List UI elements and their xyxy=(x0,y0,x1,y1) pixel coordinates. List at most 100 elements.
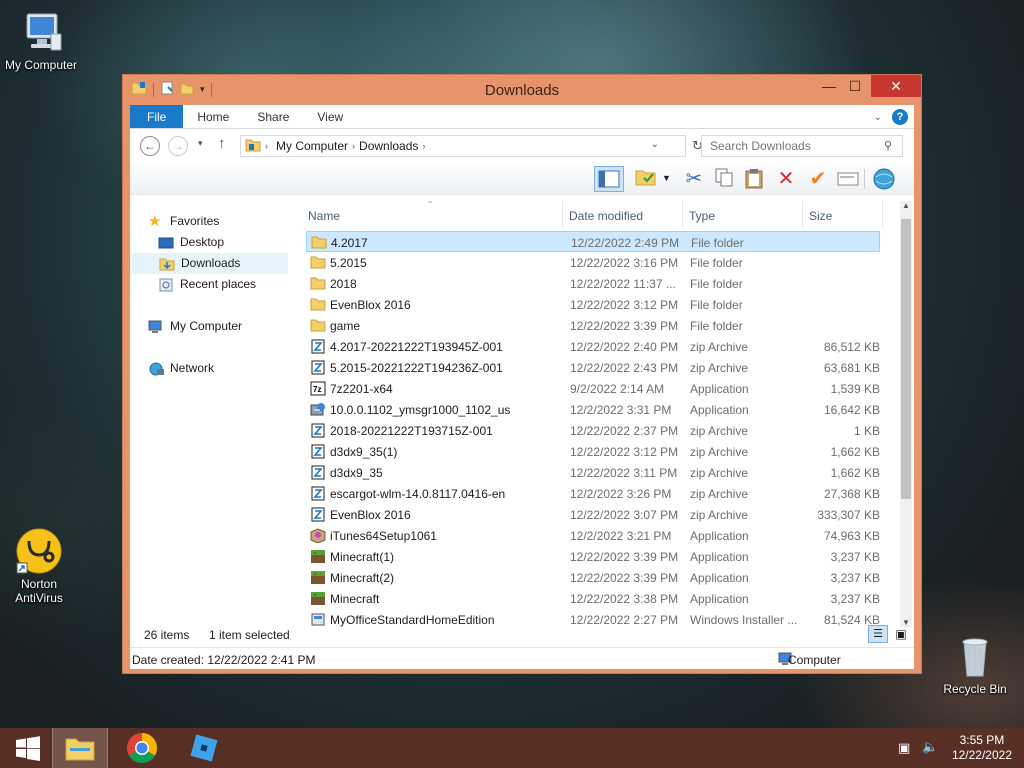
help-icon[interactable]: ? xyxy=(892,109,908,125)
taskbar-file-explorer[interactable] xyxy=(52,728,108,768)
nav-item-my-computer[interactable]: My Computer xyxy=(148,316,304,337)
address-row: ← → ▾ ↑ › My Computer › Downloads › ⌄ ↻ … xyxy=(130,129,914,163)
chevron-down-icon[interactable]: ▼ xyxy=(662,173,671,183)
file-name: Minecraft xyxy=(330,592,380,606)
address-bar[interactable]: › My Computer › Downloads › ⌄ ↻ xyxy=(240,135,703,157)
close-button[interactable]: ✕ xyxy=(871,75,921,97)
globe-icon[interactable] xyxy=(872,167,896,191)
tab-share[interactable]: Share xyxy=(243,105,303,128)
column-divider[interactable] xyxy=(682,201,683,227)
file-date: 12/22/2022 3:39 PM xyxy=(570,550,679,564)
column-header-type[interactable]: Type xyxy=(689,209,715,223)
rename-check-icon[interactable]: ✔ xyxy=(806,167,830,191)
breadcrumb-my-computer[interactable]: My Computer xyxy=(272,139,352,153)
desktop-icon-recycle-bin[interactable]: Recycle Bin xyxy=(934,632,1016,696)
file-row[interactable]: iTunes64Setup1061 12/2/2022 3:21 PM Applic… xyxy=(306,525,880,546)
file-list: ^ Name Date modified Type Size 4.2017 12/… xyxy=(302,201,915,627)
address-dropdown-icon[interactable]: ⌄ xyxy=(651,139,659,150)
properties-icon[interactable] xyxy=(836,167,860,191)
column-divider[interactable] xyxy=(882,201,883,227)
file-row[interactable]: 5.2015-20221222T194236Z-001 12/22/2022 2:… xyxy=(306,357,880,378)
folder-icon xyxy=(245,138,261,155)
file-row[interactable]: 7z 7z2201-x64 9/2/2022 2:14 AM Application 1… xyxy=(306,378,880,399)
file-type: File folder xyxy=(690,298,743,312)
file-row[interactable]: Minecraft 12/22/2022 3:38 PM Application 3,… xyxy=(306,588,880,609)
column-header-name[interactable]: Name xyxy=(308,209,340,223)
breadcrumb-chevron-icon[interactable]: › xyxy=(422,141,425,151)
scrollbar-thumb[interactable] xyxy=(901,219,911,499)
file-name: Minecraft(1) xyxy=(330,550,395,564)
desktop-icon-my-computer[interactable]: My Computer xyxy=(0,8,82,72)
tab-home[interactable]: Home xyxy=(183,105,243,128)
zip-icon xyxy=(310,507,326,522)
move-to-icon[interactable] xyxy=(634,167,658,191)
volume-icon[interactable]: 🔈 xyxy=(922,739,938,755)
forward-button[interactable]: → xyxy=(168,136,188,156)
file-row[interactable]: 2018 12/22/2022 11:37 ... File folder xyxy=(306,273,880,294)
file-type: File folder xyxy=(691,236,744,250)
file-row[interactable]: Minecraft(1) 12/22/2022 3:39 PM Applicatio… xyxy=(306,546,880,567)
vertical-scrollbar[interactable]: ▲ ▼ xyxy=(900,201,912,627)
delete-icon[interactable]: ✕ xyxy=(774,167,798,191)
file-row[interactable]: EvenBlox 2016 12/22/2022 3:12 PM File fold… xyxy=(306,294,880,315)
details-view-icon[interactable]: ☰ xyxy=(868,625,888,643)
file-date: 12/22/2022 2:43 PM xyxy=(570,361,679,375)
star-icon: ★ xyxy=(148,212,162,230)
title-bar[interactable]: ▾ Downloads — ☐ ✕ xyxy=(123,75,921,105)
scroll-up-icon[interactable]: ▲ xyxy=(900,201,912,210)
file-row[interactable]: 5.2015 12/22/2022 3:16 PM File folder xyxy=(306,252,880,273)
nav-item-recent-places[interactable]: Recent places xyxy=(158,274,314,295)
file-row[interactable]: 10.0.0.1102_ymsgr1000_1102_us 12/2/2022 3… xyxy=(306,399,880,420)
minimize-button[interactable]: — xyxy=(815,75,843,97)
copy-icon[interactable] xyxy=(712,167,736,191)
file-row[interactable]: game 12/22/2022 3:39 PM File folder xyxy=(306,315,880,336)
search-input[interactable]: Search Downloads xyxy=(701,135,903,157)
taskbar-chrome[interactable] xyxy=(114,728,170,768)
file-row[interactable]: EvenBlox 2016 12/22/2022 3:07 PM zip Archi… xyxy=(306,504,880,525)
nav-item-downloads[interactable]: Downloads xyxy=(132,253,288,274)
column-header-date[interactable]: Date modified xyxy=(569,209,643,223)
back-button[interactable]: ← xyxy=(140,136,160,156)
tab-view[interactable]: View xyxy=(303,105,357,128)
nav-item-favorites[interactable]: ★ Favorites xyxy=(148,211,304,232)
file-name: escargot-wlm-14.0.8117.0416-en xyxy=(330,487,506,501)
file-row[interactable]: 4.2017 12/22/2022 2:49 PM File folder xyxy=(306,231,880,252)
breadcrumb-downloads[interactable]: Downloads xyxy=(355,139,422,153)
system-clock[interactable]: 3:55 PM 12/22/2022 xyxy=(952,733,1012,763)
nav-item-label: Network xyxy=(170,361,215,375)
file-row[interactable]: d3dx9_35(1) 12/22/2022 3:12 PM zip Archive… xyxy=(306,441,880,462)
file-row[interactable]: d3dx9_35 12/22/2022 3:11 PM zip Archive 1,6… xyxy=(306,462,880,483)
file-size: 1,539 KB xyxy=(830,382,880,396)
expand-ribbon-icon[interactable]: ⌄ xyxy=(874,112,882,123)
file-name: 2018-20221222T193715Z-001 xyxy=(330,424,493,438)
desktop-icon-label: My Computer xyxy=(4,58,78,72)
maximize-button[interactable]: ☐ xyxy=(841,75,869,97)
start-button[interactable] xyxy=(0,728,56,768)
desktop-icon-norton[interactable]: Norton AntiVirus xyxy=(0,527,80,605)
recent-locations-icon[interactable]: ▾ xyxy=(198,138,203,149)
large-icons-view-icon[interactable]: ▣ xyxy=(892,625,910,643)
network-tray-icon[interactable]: ▣ xyxy=(898,740,910,756)
nav-item-network[interactable]: Network xyxy=(148,358,304,379)
paste-icon[interactable] xyxy=(742,167,766,191)
preview-pane-icon[interactable] xyxy=(594,166,624,192)
column-header-size[interactable]: Size xyxy=(809,209,832,223)
up-button[interactable]: ↑ xyxy=(218,135,226,152)
file-row[interactable]: 4.2017-20221222T193945Z-001 12/22/2022 2:… xyxy=(306,336,880,357)
file-name: d3dx9_35(1) xyxy=(330,445,398,459)
nav-item-desktop[interactable]: Desktop xyxy=(158,232,314,253)
file-row[interactable]: Minecraft(2) 12/22/2022 3:39 PM Applicatio… xyxy=(306,567,880,588)
taskbar-roblox[interactable] xyxy=(176,728,232,768)
column-divider[interactable] xyxy=(802,201,803,227)
file-row[interactable]: escargot-wlm-14.0.8117.0416-en 12/2/2022 … xyxy=(306,483,880,504)
recycle-bin-icon xyxy=(951,632,999,680)
cut-icon[interactable]: ✂ xyxy=(682,167,706,191)
desktop-icon-label: Recycle Bin xyxy=(943,682,1007,696)
tab-file[interactable]: File xyxy=(130,105,184,128)
file-row[interactable]: 2018-20221222T193715Z-001 12/22/2022 2:37… xyxy=(306,420,880,441)
column-divider[interactable] xyxy=(562,201,563,227)
breadcrumb-chevron-icon[interactable]: › xyxy=(265,141,268,151)
column-headers: ^ Name Date modified Type Size xyxy=(302,201,915,227)
file-date: 12/22/2022 11:37 ... xyxy=(570,277,676,291)
file-size: 16,642 KB xyxy=(823,403,880,417)
